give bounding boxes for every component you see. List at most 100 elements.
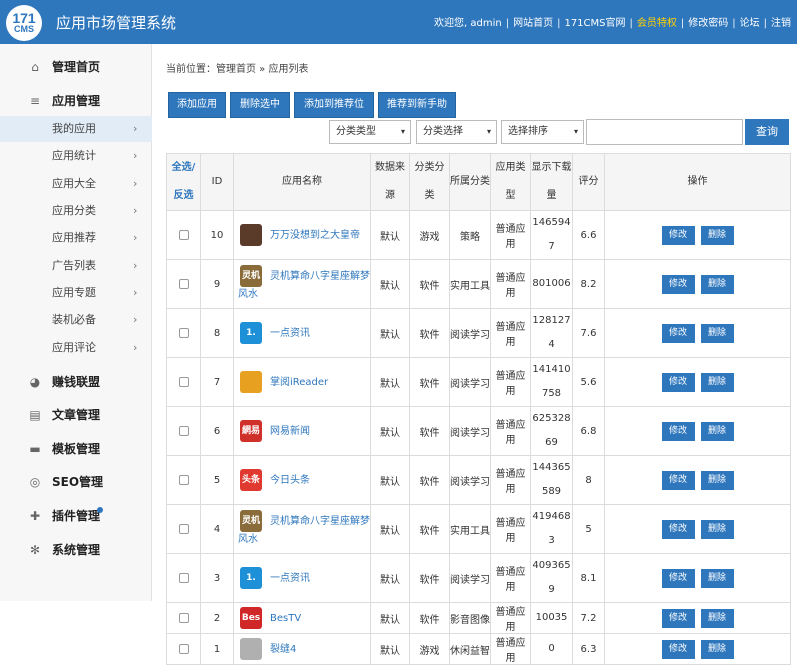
row-checkbox[interactable]	[178, 229, 189, 240]
row-checkbox[interactable]	[178, 523, 189, 534]
edit-button[interactable]: 修改	[661, 323, 695, 343]
delete-button[interactable]: 删除	[700, 274, 734, 294]
category-type-select[interactable]: 分类类型 ▾	[329, 120, 411, 144]
sidebar-item-all-apps[interactable]: 应用大全 ›	[0, 171, 152, 197]
sidebar-item-seo[interactable]: ◎ SEO管理	[0, 469, 152, 495]
sidebar-item-dashboard[interactable]: ⌂ 管理首页	[0, 54, 152, 80]
row-name[interactable]: BesTV	[270, 613, 301, 624]
row-checkbox[interactable]	[178, 376, 189, 387]
menu-icon: ≡	[29, 94, 41, 108]
edit-button[interactable]: 修改	[661, 568, 695, 588]
delete-button[interactable]: 删除	[700, 323, 734, 343]
row-checkbox[interactable]	[178, 425, 189, 436]
row-name-cell: BesTV BesTV	[233, 602, 371, 645]
column-header-rating[interactable]: 评分	[572, 153, 605, 211]
chevron-right-icon: ›	[133, 122, 138, 135]
sidebar-item-ad-list[interactable]: 广告列表 ›	[0, 253, 152, 279]
delete-button[interactable]: 删除	[700, 225, 734, 245]
site-home-link[interactable]: 网站首页	[513, 18, 553, 29]
sidebar-item-app-management[interactable]: ≡ 应用管理	[0, 88, 152, 114]
edit-button[interactable]: 修改	[661, 225, 695, 245]
row-checkbox-cell	[166, 633, 201, 665]
row-checkbox[interactable]	[178, 327, 189, 338]
forum-link[interactable]: 论坛	[740, 18, 760, 29]
edit-button[interactable]: 修改	[661, 421, 695, 441]
category-select[interactable]: 分类选择 ▾	[416, 120, 497, 144]
row-category: 软件	[409, 504, 450, 554]
sidebar-item-app-comments[interactable]: 应用评论 ›	[0, 335, 152, 361]
search-input[interactable]	[586, 119, 743, 145]
delete-button[interactable]: 删除	[700, 519, 734, 539]
row-checkbox-cell	[166, 210, 201, 260]
row-checkbox[interactable]	[178, 643, 189, 654]
column-header-downloads[interactable]: 显示下载量	[530, 153, 573, 211]
official-site-link[interactable]: 171CMS官网	[564, 18, 625, 29]
sidebar-item-system[interactable]: ✻ 系统管理	[0, 537, 152, 563]
delete-button[interactable]: 删除	[700, 639, 734, 659]
sidebar-item-app-stats[interactable]: 应用统计 ›	[0, 143, 152, 169]
row-name[interactable]: 万万没想到之大皇帝	[270, 230, 360, 241]
sort-select[interactable]: 选择排序 ▾	[501, 120, 584, 144]
delete-button[interactable]: 删除	[700, 470, 734, 490]
row-actions: 修改 删除	[604, 210, 791, 260]
row-name[interactable]: 今日头条	[270, 475, 310, 486]
edit-button[interactable]: 修改	[661, 470, 695, 490]
sidebar-item-app-categories[interactable]: 应用分类 ›	[0, 198, 152, 224]
delete-selected-button[interactable]: 删除选中	[230, 92, 290, 118]
row-checkbox[interactable]	[178, 474, 189, 485]
sidebar-item-earn-alliance[interactable]: ◕ 赚钱联盟	[0, 369, 152, 395]
edit-button[interactable]: 修改	[661, 519, 695, 539]
select-all-toggle[interactable]: 全选/反选	[166, 153, 201, 211]
sidebar-item-plugins[interactable]: ✚ 插件管理	[0, 503, 152, 529]
delete-button[interactable]: 删除	[700, 568, 734, 588]
app-icon: 灵机	[240, 510, 262, 532]
edit-button[interactable]: 修改	[661, 372, 695, 392]
sidebar-item-must-have[interactable]: 装机必备 ›	[0, 307, 152, 333]
logout-link[interactable]: 注销	[771, 18, 791, 29]
add-app-button[interactable]: 添加应用	[168, 92, 226, 118]
row-checkbox-cell	[166, 406, 201, 456]
search-button[interactable]: 查询	[745, 119, 789, 145]
sidebar-item-label: 应用评论	[52, 341, 96, 354]
sidebar-item-my-apps[interactable]: 我的应用 ›	[0, 116, 152, 142]
recommend-to-assistant-button[interactable]: 推荐到新手助	[378, 92, 456, 118]
member-privilege-link[interactable]: 会员特权	[637, 18, 677, 29]
row-checkbox[interactable]	[178, 612, 189, 623]
sidebar-item-label: 系统管理	[52, 543, 101, 557]
row-name[interactable]: 掌阅iReader	[270, 377, 328, 388]
edit-button[interactable]: 修改	[661, 274, 695, 294]
sidebar-item-articles[interactable]: ▤ 文章管理	[0, 402, 152, 428]
edit-button[interactable]: 修改	[661, 608, 695, 628]
sidebar-item-app-topics[interactable]: 应用专题 ›	[0, 280, 152, 306]
row-name[interactable]: 一点资讯	[270, 328, 310, 339]
row-source: 默认	[370, 553, 410, 603]
row-name-cell: 網易 网易新闻	[233, 406, 371, 456]
table-row: 8 1. 一点资讯 默认 软件 阅读学习 普通应用 1281274 7.6 修改 删除	[166, 308, 791, 358]
table-row: 3 1. 一点资讯 默认 软件 阅读学习 普通应用 4093659 8.1 修改 删除	[166, 553, 791, 603]
row-downloads: 1465947	[530, 210, 573, 260]
row-checkbox[interactable]	[178, 278, 189, 289]
row-category: 游戏	[409, 210, 450, 260]
sidebar-item-templates[interactable]: ▬ 模板管理	[0, 436, 152, 462]
row-belong: 阅读学习	[449, 406, 491, 456]
add-to-recommend-button[interactable]: 添加到推荐位	[294, 92, 374, 118]
sidebar-item-app-recommend[interactable]: 应用推荐 ›	[0, 225, 152, 251]
delete-button[interactable]: 删除	[700, 372, 734, 392]
change-password-link[interactable]: 修改密码	[688, 18, 728, 29]
row-actions: 修改 删除	[604, 633, 791, 665]
row-name[interactable]: 网易新闻	[270, 426, 310, 437]
delete-button[interactable]: 删除	[700, 608, 734, 628]
delete-button[interactable]: 删除	[700, 421, 734, 441]
chevron-right-icon: ›	[133, 231, 138, 244]
sidebar-item-label: 应用管理	[52, 94, 101, 108]
nav-separator: |	[763, 18, 767, 29]
chevron-down-icon: ▾	[400, 127, 405, 136]
row-name-cell: 掌阅iReader	[233, 357, 371, 407]
row-name[interactable]: 一点资讯	[270, 573, 310, 584]
logo[interactable]: 171 CMS	[6, 5, 42, 41]
row-downloads: 144365589	[530, 455, 573, 505]
column-header-id[interactable]: ID	[200, 153, 234, 211]
row-name[interactable]: 裂缝4	[270, 644, 296, 655]
edit-button[interactable]: 修改	[661, 639, 695, 659]
row-checkbox[interactable]	[178, 572, 189, 583]
